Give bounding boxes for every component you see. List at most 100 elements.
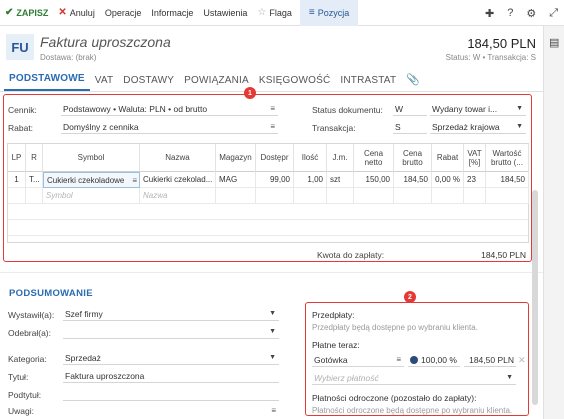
menu-icon[interactable]: ≡: [396, 355, 401, 364]
expand-icon[interactable]: ⤢: [549, 7, 558, 20]
status-code-field[interactable]: W: [393, 102, 427, 116]
status-line: Status: W • Transakcja: S: [445, 53, 536, 62]
payment-amount-field[interactable]: 184,50 PLN: [464, 353, 516, 367]
chevron-down-icon[interactable]: ▼: [506, 374, 513, 381]
chat-icon[interactable]: ▤: [549, 36, 559, 49]
cell-empty[interactable]: [354, 188, 394, 204]
col-header-wartosc[interactable]: Wartość brutto (...: [486, 144, 529, 172]
cell-empty[interactable]: [256, 188, 294, 204]
title-input[interactable]: Faktura uproszczona: [63, 369, 279, 383]
menu-icon[interactable]: ≡: [132, 176, 137, 185]
payment-method-field[interactable]: Gotówka ≡: [312, 353, 404, 367]
tab-powiazania[interactable]: POWIĄZANIA: [179, 75, 254, 91]
paperclip-icon[interactable]: 📎: [401, 73, 425, 91]
col-header-r[interactable]: R: [26, 144, 43, 172]
flag-button[interactable]: ☆ Flaga: [252, 0, 296, 26]
col-header-vat[interactable]: VAT [%]: [464, 144, 486, 172]
cell-ilosc[interactable]: 1,00: [294, 172, 327, 188]
cell-dostepne[interactable]: 99,00: [256, 172, 294, 188]
tab-vat[interactable]: VAT: [90, 75, 119, 91]
tab-intrastat[interactable]: INTRASTAT: [335, 75, 401, 91]
right-rail: ▤: [543, 26, 564, 419]
marker-2: 2: [404, 291, 416, 303]
col-header-cena-brutto[interactable]: Cena brutto: [394, 144, 432, 172]
choose-payment-select[interactable]: Wybierz płatność ▼: [312, 371, 516, 385]
cell-r-empty[interactable]: [26, 188, 43, 204]
document-type-badge: FU: [6, 34, 34, 60]
issuer-select[interactable]: Szef firmy ▼: [63, 307, 279, 321]
cell-magazyn[interactable]: MAG: [216, 172, 256, 188]
cell-empty[interactable]: [486, 188, 529, 204]
gear-icon[interactable]: ⚙: [526, 7, 536, 20]
settings-menu[interactable]: Ustawienia: [198, 0, 252, 26]
tab-ksiegowosc[interactable]: KSIĘGOWOŚĆ: [254, 75, 335, 91]
chevron-down-icon[interactable]: ▼: [269, 354, 276, 361]
menu-icon[interactable]: ≡: [271, 406, 276, 415]
cell-empty[interactable]: [464, 188, 486, 204]
cennik-field[interactable]: Podstawowy • Waluta: PLN • od brutto ≡: [61, 102, 278, 116]
cell-empty[interactable]: [432, 188, 464, 204]
cell-cena-netto[interactable]: 150,00: [354, 172, 394, 188]
tab-dostawy[interactable]: DOSTAWY: [118, 75, 179, 91]
operations-menu[interactable]: Operacje: [100, 0, 147, 26]
cell-empty[interactable]: [216, 188, 256, 204]
cell-vat[interactable]: 23: [464, 172, 486, 188]
status-select[interactable]: Wydany towar i... ▼: [430, 102, 526, 116]
transaction-code-field[interactable]: S: [393, 120, 427, 134]
title-value: Faktura uproszczona: [65, 370, 145, 381]
cell-lp[interactable]: 1: [8, 172, 26, 188]
cell-wartosc[interactable]: 184,50: [486, 172, 529, 188]
category-select[interactable]: Sprzedaż ▼: [63, 351, 279, 365]
rabat-label: Rabat:: [8, 123, 34, 133]
info-menu[interactable]: Informacje: [146, 0, 198, 26]
notes-input[interactable]: ≡: [63, 403, 279, 417]
chevron-down-icon[interactable]: ▼: [516, 105, 523, 112]
toolbar-right-icons: ✚ ? ⚙ ⤢: [485, 0, 558, 26]
rabat-field[interactable]: Domyślny z cennika ≡: [61, 120, 278, 134]
col-header-ilosc[interactable]: Ilość: [294, 144, 327, 172]
receiver-select[interactable]: ▼: [63, 325, 279, 339]
cell-nazwa[interactable]: Cukierki czekolad...: [140, 172, 216, 188]
help-icon[interactable]: ?: [507, 7, 513, 19]
remove-payment-icon[interactable]: ✕: [518, 355, 526, 366]
transaction-select-value: Sprzedaż krajowa: [432, 121, 500, 132]
menu-icon[interactable]: ≡: [270, 122, 275, 131]
cell-jm[interactable]: szt: [327, 172, 354, 188]
col-header-symbol[interactable]: Symbol: [43, 144, 140, 172]
cell-symbol[interactable]: Cukierki czekoladowe ≡: [43, 172, 140, 188]
cell-r[interactable]: T...: [26, 172, 43, 188]
chevron-down-icon[interactable]: ▼: [269, 328, 276, 335]
tab-podstawowe[interactable]: PODSTAWOWE: [4, 73, 90, 91]
chevron-down-icon[interactable]: ▼: [516, 123, 523, 130]
chevron-down-icon[interactable]: ▼: [269, 310, 276, 317]
document-amount: 184,50 PLN: [467, 36, 536, 51]
cell-cena-brutto[interactable]: 184,50: [394, 172, 432, 188]
settings-label: Ustawienia: [203, 7, 248, 18]
col-header-jm[interactable]: J.m.: [327, 144, 354, 172]
col-header-lp[interactable]: LP: [8, 144, 26, 172]
col-header-cena-netto[interactable]: Cena netto: [354, 144, 394, 172]
payment-percent-field[interactable]: 100,00 %: [408, 353, 460, 367]
save-button[interactable]: ✔ ZAPISZ: [0, 0, 53, 26]
pin-add-icon[interactable]: ✚: [485, 7, 494, 20]
col-header-rabat[interactable]: Rabat: [432, 144, 464, 172]
col-header-dostepne[interactable]: Dostępr: [256, 144, 294, 172]
transaction-select[interactable]: Sprzedaż krajowa ▼: [430, 120, 526, 134]
page-title[interactable]: Faktura uproszczona: [40, 34, 171, 50]
cancel-button[interactable]: ✕ Anuluj: [53, 0, 99, 26]
cell-lp-empty[interactable]: [8, 188, 26, 204]
position-button[interactable]: ≡ Pozycja: [299, 0, 359, 26]
notes-label: Uwagi:: [8, 406, 34, 416]
cell-nazwa-placeholder[interactable]: Nazwa: [140, 188, 216, 204]
cell-empty[interactable]: [394, 188, 432, 204]
cell-empty[interactable]: [294, 188, 327, 204]
cell-symbol-placeholder[interactable]: Symbol: [43, 188, 140, 204]
cell-empty[interactable]: [327, 188, 354, 204]
menu-icon[interactable]: ≡: [270, 104, 275, 113]
col-header-nazwa[interactable]: Nazwa: [140, 144, 216, 172]
cell-rabat[interactable]: 0,00 %: [432, 172, 464, 188]
vertical-scrollbar[interactable]: [532, 190, 538, 405]
subtitle-input[interactable]: [63, 387, 279, 401]
col-header-magazyn[interactable]: Magazyn: [216, 144, 256, 172]
status-label: Status dokumentu:: [312, 105, 383, 115]
